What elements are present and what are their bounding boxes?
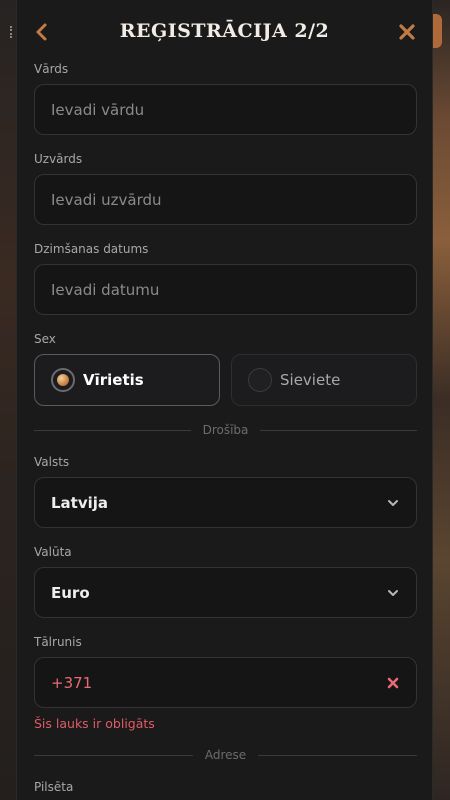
birthdate-placeholder: Ievadi datumu	[51, 280, 160, 299]
phone-value: +371	[51, 673, 93, 692]
birthdate-label: Dzimšanas datums	[34, 242, 149, 256]
chevron-down-icon	[388, 590, 398, 596]
section-security-label: Drošība	[202, 423, 249, 437]
first-name-placeholder: Ievadi vārdu	[51, 100, 145, 119]
country-label: Valsts	[34, 455, 70, 469]
first-name-input[interactable]: Ievadi vārdu	[34, 84, 417, 135]
phone-error-message: Šis lauks ir obligāts	[34, 716, 155, 731]
section-address-label: Adrese	[204, 748, 247, 762]
phone-label: Tālrunis	[34, 635, 82, 649]
sex-label: Sex	[34, 332, 56, 346]
city-label: Pilsēta	[34, 780, 74, 794]
background-left	[0, 0, 16, 800]
last-name-label: Uzvārds	[34, 152, 83, 166]
close-button[interactable]	[396, 20, 418, 44]
clear-icon[interactable]	[386, 676, 400, 690]
close-icon	[399, 24, 415, 40]
country-select[interactable]: Latvija	[34, 477, 417, 528]
section-divider-address: Adrese	[34, 748, 417, 762]
currency-label: Valūta	[34, 545, 72, 559]
sex-option-female-label: Sieviete	[280, 371, 341, 389]
last-name-placeholder: Ievadi uzvārdu	[51, 190, 162, 209]
last-name-input[interactable]: Ievadi uzvārdu	[34, 174, 417, 225]
background-right	[433, 0, 450, 800]
sex-option-male-label: Vīrietis	[83, 371, 144, 389]
registration-panel: REĢISTRĀCIJA 2/2 Vārds Ievadi vārdu Uzvā…	[16, 0, 433, 800]
page-title: REĢISTRĀCIJA 2/2	[119, 20, 330, 42]
panel-header: REĢISTRĀCIJA 2/2	[17, 0, 432, 64]
currency-value: Euro	[51, 583, 90, 602]
section-divider-security: Drošība	[34, 423, 417, 437]
sex-option-female[interactable]: Sieviete	[231, 354, 417, 406]
phone-input[interactable]: +371	[34, 657, 417, 708]
radio-unselected-icon	[248, 368, 272, 392]
first-name-label: Vārds	[34, 62, 69, 76]
currency-select[interactable]: Euro	[34, 567, 417, 618]
country-value: Latvija	[51, 493, 109, 512]
radio-selected-icon	[51, 368, 75, 392]
sex-option-male[interactable]: Vīrietis	[34, 354, 220, 406]
chevron-down-icon	[388, 500, 398, 506]
birthdate-input[interactable]: Ievadi datumu	[34, 264, 417, 315]
